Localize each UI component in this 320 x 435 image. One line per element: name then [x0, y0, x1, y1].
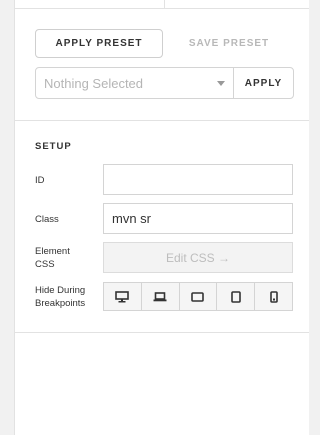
hide-tablet-portrait-toggle[interactable] — [217, 283, 256, 310]
element-css-label-line2: CSS — [35, 259, 55, 270]
preset-select-value: Nothing Selected — [44, 75, 144, 91]
class-input[interactable]: mvn sr — [103, 203, 293, 234]
breakpoints-label-line2: Breakpoints — [35, 298, 86, 309]
setup-section-title: SETUP — [35, 141, 72, 152]
tablet-landscape-icon — [191, 291, 205, 302]
apply-preset-button[interactable]: APPLY PRESET — [35, 29, 163, 58]
hide-desktop-toggle[interactable] — [104, 283, 142, 310]
breakpoints-label: Hide During Breakpoints — [35, 284, 85, 310]
breakpoints-label-line1: Hide During — [35, 285, 86, 296]
breakpoint-toggle-group — [103, 282, 293, 311]
save-preset-button[interactable]: SAVE PRESET — [175, 29, 283, 58]
tablet-portrait-icon — [230, 290, 241, 303]
desktop-icon — [115, 290, 130, 303]
id-label: ID — [35, 175, 45, 186]
section-divider — [15, 120, 309, 121]
section-divider-bottom — [15, 332, 309, 333]
settings-panel: APPLY PRESET SAVE PRESET Nothing Selecte… — [14, 0, 309, 435]
laptop-icon — [153, 291, 167, 302]
id-input[interactable] — [103, 164, 293, 195]
tab-divider — [164, 0, 165, 8]
mobile-icon — [269, 290, 278, 303]
preset-select[interactable]: Nothing Selected — [35, 67, 234, 99]
edit-css-button[interactable]: Edit CSS → — [103, 242, 293, 273]
caret-down-icon — [217, 81, 225, 86]
class-label: Class — [35, 214, 59, 225]
hide-mobile-toggle[interactable] — [255, 283, 292, 310]
hide-tablet-landscape-toggle[interactable] — [180, 283, 218, 310]
top-tab-strip — [15, 0, 309, 9]
element-css-label-line1: Element — [35, 246, 70, 257]
preset-apply-button[interactable]: APPLY — [233, 67, 294, 99]
element-css-label: Element CSS — [35, 245, 70, 271]
hide-laptop-toggle[interactable] — [142, 283, 180, 310]
